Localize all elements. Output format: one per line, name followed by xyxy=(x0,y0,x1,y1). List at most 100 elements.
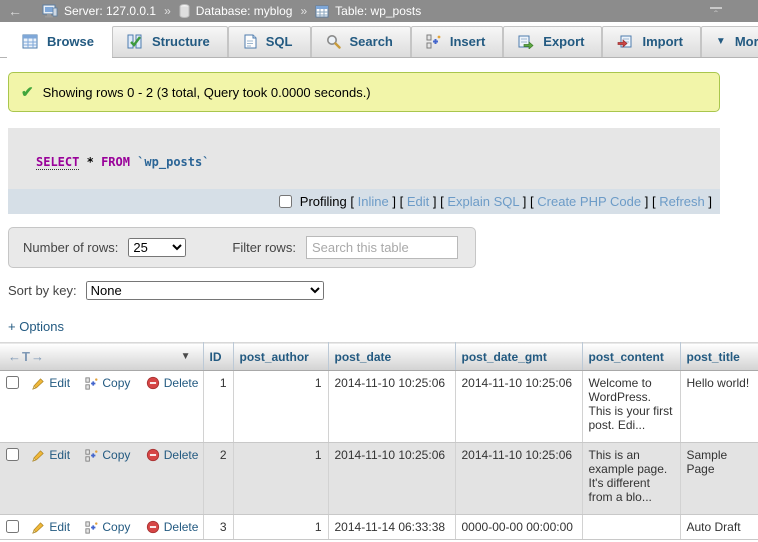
profiling-label: Profiling xyxy=(300,194,347,209)
bracket: [ xyxy=(652,194,656,209)
breadcrumb: ← Server: 127.0.0.1 » Database: myblog »… xyxy=(0,0,758,22)
sql-query-box: SELECT * FROM `wp_posts` Profiling [ Inl… xyxy=(8,128,720,214)
row-actions-cell: Edit Copy Delete xyxy=(0,443,203,515)
delete-icon xyxy=(146,520,160,534)
back-arrow-icon[interactable]: ← xyxy=(8,3,22,19)
inline-link[interactable]: Inline xyxy=(358,194,389,209)
filter-rows-input[interactable] xyxy=(306,236,458,259)
sort-by-key-select[interactable]: None xyxy=(86,281,324,300)
server-icon xyxy=(42,4,58,18)
table-row: Edit Copy Delete 2 1 2014-11-10 10:25:06… xyxy=(0,443,758,515)
edit-row-link[interactable]: Edit xyxy=(32,376,70,390)
sql-keyword-from: FROM xyxy=(101,155,130,169)
tab-export[interactable]: Export xyxy=(503,26,602,57)
collapse-console-icon[interactable]: ⌃ xyxy=(710,7,722,16)
query-actions-bar: Profiling [ Inline ] [ Edit ] [ Explain … xyxy=(8,189,720,214)
row-actions-cell: Edit Copy Delete xyxy=(0,515,203,540)
phpmyadmin-page: ← Server: 127.0.0.1 » Database: myblog »… xyxy=(0,0,758,542)
delete-row-link[interactable]: Delete xyxy=(146,520,199,534)
tab-search[interactable]: Search xyxy=(311,26,411,57)
copy-row-link[interactable]: Copy xyxy=(85,520,130,534)
copy-icon xyxy=(85,521,98,534)
create-php-code-link[interactable]: Create PHP Code xyxy=(537,194,641,209)
breadcrumb-table: Table: wp_posts xyxy=(335,4,421,18)
bracket: ] xyxy=(523,194,527,209)
row-checkbox[interactable] xyxy=(6,376,19,389)
tab-more-label: More xyxy=(735,34,758,49)
sort-by-key-label: Sort by key: xyxy=(8,283,77,298)
breadcrumb-server[interactable]: Server: 127.0.0.1 xyxy=(64,4,156,18)
pencil-icon xyxy=(32,377,45,390)
results-table: ←T→ ▼ ID post_author post_date post_date… xyxy=(0,342,758,540)
column-move-icon[interactable]: ←T→ xyxy=(8,349,45,364)
column-header-post-author[interactable]: post_author xyxy=(233,343,328,371)
edit-row-link[interactable]: Edit xyxy=(32,448,70,462)
edit-row-link[interactable]: Edit xyxy=(32,520,70,534)
cell-post-content xyxy=(582,515,680,540)
delete-icon xyxy=(146,376,160,390)
cell-post-content: This is an example page. It's different … xyxy=(582,443,680,515)
tab-export-label: Export xyxy=(543,34,584,49)
copy-icon xyxy=(85,449,98,462)
cell-post-title: Sample Page xyxy=(680,443,758,515)
sql-star: * xyxy=(87,155,94,169)
sort-by-key-row: Sort by key: None xyxy=(8,281,758,300)
sql-query-text: SELECT * FROM `wp_posts` xyxy=(8,128,720,189)
tab-structure-label: Structure xyxy=(152,34,210,49)
bracket: ] xyxy=(433,194,437,209)
bracket: ] xyxy=(645,194,649,209)
column-header-post-date-gmt[interactable]: post_date_gmt xyxy=(455,343,582,371)
tab-search-label: Search xyxy=(350,34,393,49)
row-checkbox[interactable] xyxy=(6,448,19,461)
tab-insert-label: Insert xyxy=(450,34,485,49)
structure-icon xyxy=(127,34,143,49)
sql-icon xyxy=(243,34,257,49)
bracket: ] xyxy=(708,194,712,209)
tab-sql[interactable]: SQL xyxy=(228,26,311,57)
tab-more[interactable]: ▼ More xyxy=(701,26,758,57)
table-row: Edit Copy Delete 1 1 2014-11-10 10:25:06… xyxy=(0,371,758,443)
tab-import[interactable]: Import xyxy=(602,26,700,57)
copy-row-link[interactable]: Copy xyxy=(85,376,130,390)
status-message-text: Showing rows 0 - 2 (3 total, Query took … xyxy=(43,85,371,100)
filter-rows-label: Filter rows: xyxy=(232,240,296,255)
cell-post-author: 1 xyxy=(233,515,328,540)
number-of-rows-label: Number of rows: xyxy=(23,240,118,255)
cell-post-author: 1 xyxy=(233,371,328,443)
tab-structure[interactable]: Structure xyxy=(112,26,228,57)
explain-sql-link[interactable]: Explain SQL xyxy=(447,194,519,209)
breadcrumb-database[interactable]: Database: myblog xyxy=(196,4,293,18)
column-options-caret-icon[interactable]: ▼ xyxy=(181,351,191,362)
column-header-post-date[interactable]: post_date xyxy=(328,343,455,371)
success-check-icon: ✔ xyxy=(21,83,34,101)
edit-query-link[interactable]: Edit xyxy=(407,194,429,209)
cell-post-date: 2014-11-10 10:25:06 xyxy=(328,443,455,515)
insert-icon xyxy=(426,34,441,49)
profiling-checkbox[interactable] xyxy=(279,195,292,208)
cell-post-author: 1 xyxy=(233,443,328,515)
row-actions-cell: Edit Copy Delete xyxy=(0,371,203,443)
tab-import-label: Import xyxy=(642,34,682,49)
column-header-post-title[interactable]: post_title xyxy=(680,343,758,371)
tab-browse-label: Browse xyxy=(47,34,94,49)
import-icon xyxy=(617,34,633,49)
delete-row-link[interactable]: Delete xyxy=(146,448,199,462)
number-of-rows-select[interactable]: 25 xyxy=(128,238,186,257)
pencil-icon xyxy=(32,521,45,534)
cell-post-date-gmt: 2014-11-10 10:25:06 xyxy=(455,443,582,515)
tab-insert[interactable]: Insert xyxy=(411,26,503,57)
cell-post-content: Welcome to WordPress. This is your first… xyxy=(582,371,680,443)
tab-strip: Browse Structure SQL Search Insert Expor… xyxy=(0,22,758,58)
bracket: [ xyxy=(530,194,534,209)
copy-row-link[interactable]: Copy xyxy=(85,448,130,462)
database-icon xyxy=(179,4,190,18)
bracket: ] xyxy=(392,194,396,209)
search-icon xyxy=(326,34,341,49)
options-toggle-link[interactable]: + Options xyxy=(8,319,64,334)
refresh-link[interactable]: Refresh xyxy=(659,194,705,209)
column-header-id[interactable]: ID xyxy=(203,343,233,371)
row-checkbox[interactable] xyxy=(6,520,19,533)
tab-browse[interactable]: Browse xyxy=(7,26,112,58)
column-header-post-content[interactable]: post_content xyxy=(582,343,680,371)
delete-row-link[interactable]: Delete xyxy=(146,376,199,390)
